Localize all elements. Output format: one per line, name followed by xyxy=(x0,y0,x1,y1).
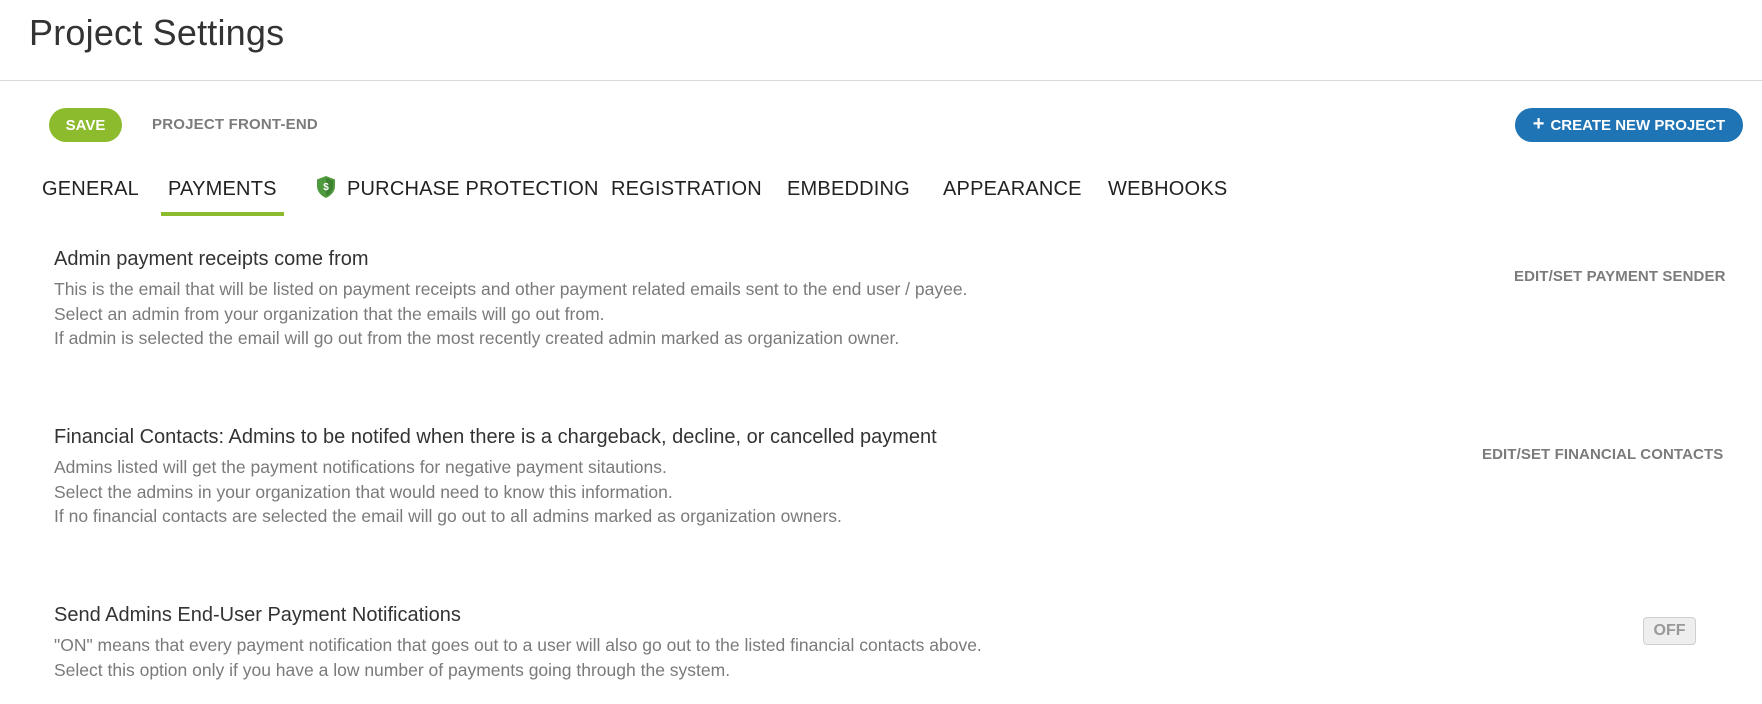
page-title: Project Settings xyxy=(29,12,285,53)
tab-webhooks[interactable]: WEBHOOKS xyxy=(1108,178,1227,216)
tab-registration[interactable]: REGISTRATION xyxy=(611,178,762,216)
tab-purchase-protection[interactable]: PURCHASE PROTECTION xyxy=(347,178,599,216)
plus-icon: + xyxy=(1532,113,1545,135)
payment-sender-section: Admin payment receipts come from This is… xyxy=(54,248,1734,351)
section-description-line: This is the email that will be listed on… xyxy=(54,279,968,299)
tab-appearance[interactable]: APPEARANCE xyxy=(943,178,1082,216)
tab-embedding[interactable]: EMBEDDING xyxy=(787,178,910,216)
section-description-line: "ON" means that every payment notificati… xyxy=(54,635,982,655)
tab-general[interactable]: GENERAL xyxy=(42,178,139,216)
tab-payments[interactable]: PAYMENTS xyxy=(161,178,284,216)
create-new-project-button[interactable]: + CREATE NEW PROJECT xyxy=(1515,108,1743,142)
section-title: Admin payment receipts come from xyxy=(54,248,369,270)
create-new-project-label: CREATE NEW PROJECT xyxy=(1550,116,1726,134)
section-description-line: If no financial contacts are selected th… xyxy=(54,506,842,526)
settings-tabs: GENERAL PAYMENTS $ PURCHASE PROTECTION R… xyxy=(0,176,1762,218)
edit-financial-contacts-link[interactable]: EDIT/SET FINANCIAL CONTACTS xyxy=(1482,446,1723,463)
save-button[interactable]: SAVE xyxy=(49,108,122,142)
svg-text:$: $ xyxy=(323,182,329,193)
project-frontend-link[interactable]: PROJECT FRONT-END xyxy=(152,116,318,133)
section-description-line: Select an admin from your organization t… xyxy=(54,303,605,324)
end-user-notifications-section: Send Admins End-User Payment Notificatio… xyxy=(54,604,1734,682)
section-title: Send Admins End-User Payment Notificatio… xyxy=(54,604,461,626)
section-description-line: Select the admins in your organization t… xyxy=(54,481,673,502)
notifications-toggle[interactable]: OFF xyxy=(1643,617,1696,645)
section-description-line: If admin is selected the email will go o… xyxy=(54,328,900,348)
toolbar: SAVE PROJECT FRONT-END + CREATE NEW PROJ… xyxy=(0,108,1762,142)
section-description-line: Select this option only if you have a lo… xyxy=(54,659,731,680)
edit-payment-sender-link[interactable]: EDIT/SET PAYMENT SENDER xyxy=(1514,268,1726,285)
financial-contacts-section: Financial Contacts: Admins to be notifed… xyxy=(54,426,1734,529)
shield-dollar-icon: $ xyxy=(317,176,335,198)
page-header: Project Settings xyxy=(0,0,1762,81)
